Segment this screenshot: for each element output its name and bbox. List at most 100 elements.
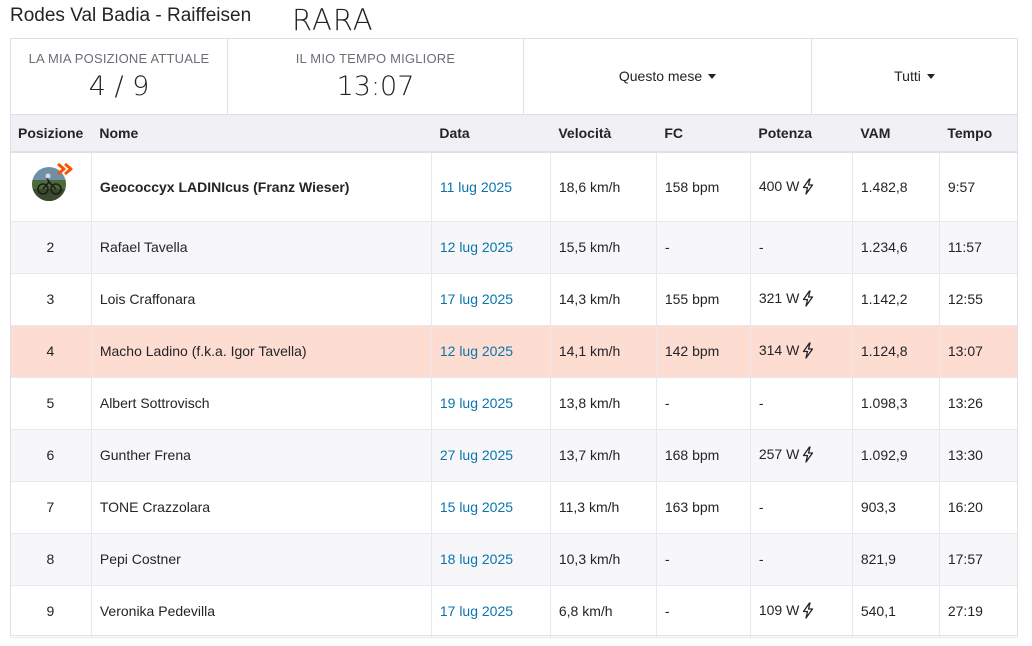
time-cell: 11:57 xyxy=(938,221,1018,274)
speed-cell: 13,7 km/h xyxy=(549,429,657,482)
speed-cell: 14,1 km/h xyxy=(549,325,657,378)
power-cell: 314 W xyxy=(749,325,853,378)
lightning-bolt-icon xyxy=(803,602,814,619)
lightning-bolt-icon xyxy=(803,177,814,195)
leader-avatar[interactable] xyxy=(32,163,73,203)
athlete-name-link[interactable]: Rafael Tavella xyxy=(100,239,188,255)
athlete-name-link[interactable]: Geococcyx LADINIcus (Franz Wieser) xyxy=(100,179,350,195)
best-time-label: IL MIO TEMPO MIGLIORE xyxy=(295,51,456,66)
rank-cell: 4 xyxy=(10,325,92,378)
activity-date-link[interactable]: 19 lug 2025 xyxy=(440,395,513,411)
vam-cell: 1.092,9 xyxy=(851,429,940,482)
hr-cell: - xyxy=(655,221,751,274)
table-row: 9 Veronika Pedevilla 17 lug 2025 6,8 km/h -1… xyxy=(10,585,1018,638)
power-cell: - xyxy=(749,481,853,534)
vam-cell: 903,3 xyxy=(851,481,940,534)
rank-cell: 6 xyxy=(10,429,92,482)
table-row: Geococcyx LADINIcus (Franz Wieser) 11 lug… xyxy=(10,152,1018,222)
rank-cell xyxy=(10,152,92,222)
current-position-value: 4 / 9 xyxy=(88,71,150,102)
vam-cell: 1.482,8 xyxy=(851,152,940,222)
time-cell: 16:20 xyxy=(938,481,1018,534)
power-cell: - xyxy=(749,221,853,274)
table-row: 6 Gunther Frena 27 lug 2025 13,7 km/h 168 bp… xyxy=(10,429,1018,482)
people-filter-cell: Tutti xyxy=(812,39,1017,114)
activity-date-link[interactable]: 17 lug 2025 xyxy=(440,603,513,619)
name-cell: TONE Crazzolara xyxy=(90,481,432,534)
activity-date-link[interactable]: 12 lug 2025 xyxy=(440,239,513,255)
activity-date-link[interactable]: 12 lug 2025 xyxy=(440,343,513,359)
rank-cell: 5 xyxy=(10,377,92,430)
speed-cell: 18,6 km/h xyxy=(549,152,657,222)
date-filter-dropdown[interactable]: Questo mese xyxy=(524,68,811,84)
speed-cell: 6,8 km/h xyxy=(549,585,657,638)
time-cell: 27:19 xyxy=(938,585,1018,638)
rank-cell: 2 xyxy=(10,221,92,274)
current-position-label: LA MIA POSIZIONE ATTUALE xyxy=(28,51,210,66)
power-value: - xyxy=(758,395,764,411)
hr-cell: 158 bpm xyxy=(655,152,751,222)
athlete-name-link[interactable]: Albert Sottrovisch xyxy=(100,395,210,411)
column-header-name: Nome xyxy=(91,115,432,153)
power-value: 109 W xyxy=(758,602,800,619)
best-time-stat: IL MIO TEMPO MIGLIORE 13:07 xyxy=(228,39,524,114)
speed-cell: 13,8 km/h xyxy=(549,377,657,430)
segment-title: Rodes Val Badia - Raiffeisen xyxy=(10,5,252,26)
hr-cell: - xyxy=(655,585,751,638)
athlete-name-link[interactable]: Pepi Costner xyxy=(100,551,181,567)
vam-cell: 1.234,6 xyxy=(851,221,940,274)
name-cell: Veronika Pedevilla xyxy=(90,585,432,638)
power-cell: 400 W xyxy=(749,152,853,222)
power-cell: - xyxy=(749,377,853,430)
title-row: Rodes Val Badia - Raiffeisen RARA xyxy=(10,0,1020,38)
name-cell: Albert Sottrovisch xyxy=(90,377,432,430)
time-cell: 13:30 xyxy=(938,429,1018,482)
activity-date-link[interactable]: 27 lug 2025 xyxy=(440,447,513,463)
athlete-name-link[interactable]: Veronika Pedevilla xyxy=(100,603,215,619)
column-header-hr: FC xyxy=(656,115,751,153)
athlete-name-link[interactable]: Gunther Frena xyxy=(100,447,191,463)
table-row: 7 TONE Crazzolara 15 lug 2025 11,3 km/h 163 … xyxy=(10,481,1018,534)
leaderboard-table: Posizione Nome Data Velocità FC Potenza … xyxy=(10,115,1018,638)
caret-down-icon xyxy=(926,73,935,79)
hr-cell: 168 bpm xyxy=(655,429,751,482)
time-cell: 17:57 xyxy=(938,533,1018,586)
name-cell: Rafael Tavella xyxy=(90,221,432,274)
table-row: 5 Albert Sottrovisch 19 lug 2025 13,8 km/h -… xyxy=(10,377,1018,430)
column-header-date: Data xyxy=(431,115,551,153)
caret-down-icon xyxy=(708,73,717,79)
rank-cell: 9 xyxy=(10,585,92,638)
activity-date-link[interactable]: 18 lug 2025 xyxy=(440,551,513,567)
activity-date-link[interactable]: 11 lug 2025 xyxy=(440,179,512,195)
vam-cell: 1.142,2 xyxy=(851,273,940,326)
power-value: - xyxy=(758,551,764,567)
power-value: - xyxy=(758,499,764,515)
activity-date-link[interactable]: 15 lug 2025 xyxy=(440,499,513,515)
rank-cell: 8 xyxy=(10,533,92,586)
lightning-bolt-icon xyxy=(803,290,814,307)
column-header-power: Potenza xyxy=(750,115,853,153)
table-row: 2 Rafael Tavella 12 lug 2025 15,5 km/h - -1.2… xyxy=(10,221,1018,274)
name-cell: Lois Craffonara xyxy=(90,273,432,326)
table-row: 3 Lois Craffonara 17 lug 2025 14,3 km/h 155 … xyxy=(10,273,1018,326)
athlete-name-link[interactable]: Lois Craffonara xyxy=(100,291,195,307)
hr-cell: - xyxy=(655,377,751,430)
overlay-text: RARA xyxy=(292,3,374,37)
stats-bar: LA MIA POSIZIONE ATTUALE 4 / 9 IL MIO TE… xyxy=(10,38,1018,115)
hr-cell: - xyxy=(655,533,751,586)
athlete-name-link[interactable]: Macho Ladino (f.k.a. Igor Tavella) xyxy=(100,343,307,359)
date-filter-label: Questo mese xyxy=(618,68,703,84)
rank-cell: 7 xyxy=(10,481,92,534)
lightning-bolt-icon xyxy=(803,342,814,359)
power-value: 257 W xyxy=(758,446,800,463)
time-cell: 13:26 xyxy=(938,377,1018,430)
athlete-name-link[interactable]: TONE Crazzolara xyxy=(100,499,210,515)
speed-cell: 14,3 km/h xyxy=(549,273,657,326)
people-filter-dropdown[interactable]: Tutti xyxy=(812,68,1017,84)
hr-cell: 155 bpm xyxy=(655,273,751,326)
name-cell: Geococcyx LADINIcus (Franz Wieser) xyxy=(90,152,432,222)
vam-cell: 1.098,3 xyxy=(851,377,940,430)
activity-date-link[interactable]: 17 lug 2025 xyxy=(440,291,513,307)
date-cell: 19 lug 2025 xyxy=(430,377,551,430)
speed-cell: 11,3 km/h xyxy=(549,481,657,534)
